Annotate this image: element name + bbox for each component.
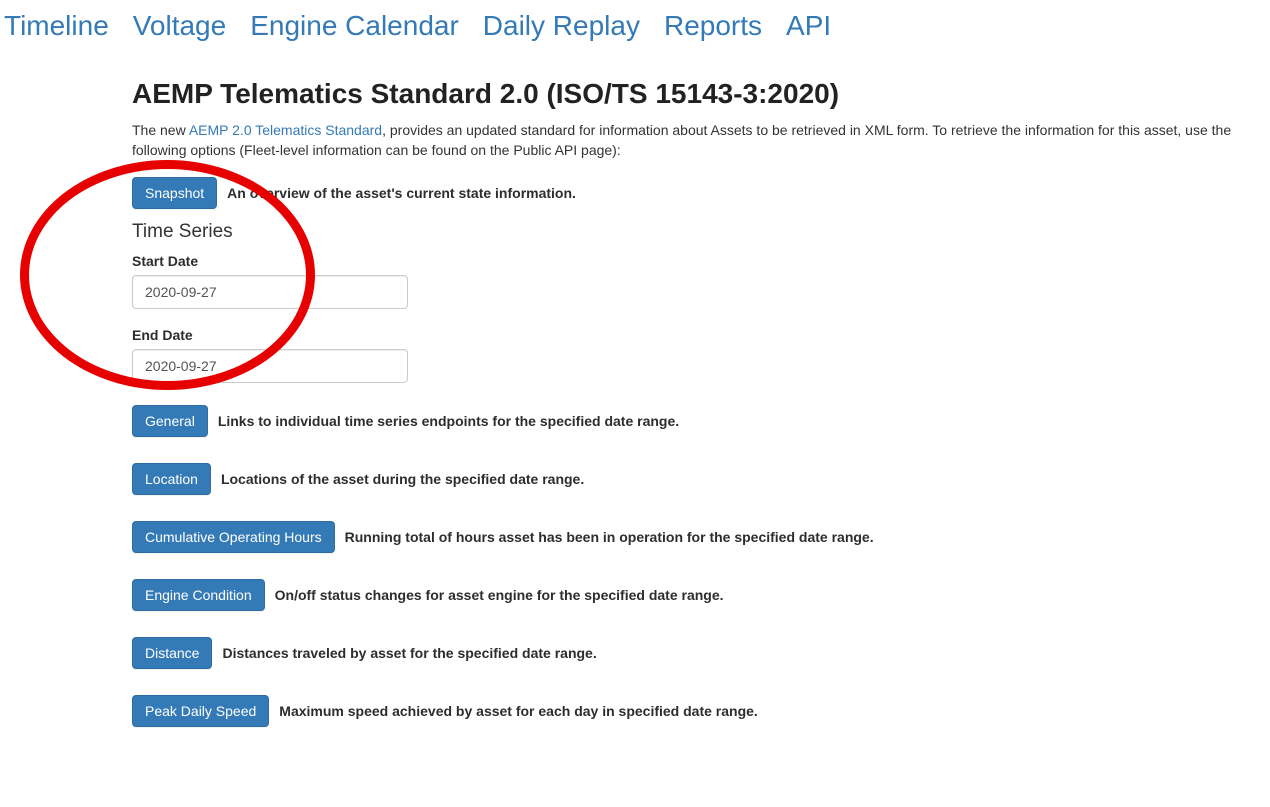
cumulative-operating-hours-button[interactable]: Cumulative Operating Hours — [132, 521, 335, 553]
peak-daily-speed-button[interactable]: Peak Daily Speed — [132, 695, 269, 727]
start-date-field: Start Date — [132, 253, 1254, 309]
nav-voltage[interactable]: Voltage — [133, 10, 226, 42]
intro-paragraph: The new AEMP 2.0 Telematics Standard, pr… — [132, 120, 1254, 161]
snapshot-row: Snapshot An overview of the asset's curr… — [132, 177, 1254, 209]
general-desc: Links to individual time series endpoint… — [218, 413, 679, 429]
nav-engine-calendar[interactable]: Engine Calendar — [250, 10, 459, 42]
location-desc: Locations of the asset during the specif… — [221, 471, 584, 487]
cumulative-desc: Running total of hours asset has been in… — [345, 529, 874, 545]
intro-prefix: The new — [132, 122, 189, 138]
cumulative-row: Cumulative Operating Hours Running total… — [132, 521, 1254, 553]
engine-condition-row: Engine Condition On/off status changes f… — [132, 579, 1254, 611]
end-date-field: End Date — [132, 327, 1254, 383]
time-series-heading: Time Series — [132, 221, 1254, 243]
distance-row: Distance Distances traveled by asset for… — [132, 637, 1254, 669]
peak-speed-row: Peak Daily Speed Maximum speed achieved … — [132, 695, 1254, 727]
distance-desc: Distances traveled by asset for the spec… — [222, 645, 596, 661]
peak-speed-desc: Maximum speed achieved by asset for each… — [279, 703, 758, 719]
top-nav: Timeline Voltage Engine Calendar Daily R… — [0, 0, 1270, 50]
end-date-input[interactable] — [132, 349, 408, 383]
location-row: Location Locations of the asset during t… — [132, 463, 1254, 495]
nav-timeline[interactable]: Timeline — [4, 10, 109, 42]
start-date-label: Start Date — [132, 253, 1254, 269]
distance-button[interactable]: Distance — [132, 637, 212, 669]
location-button[interactable]: Location — [132, 463, 211, 495]
nav-reports[interactable]: Reports — [664, 10, 762, 42]
engine-condition-desc: On/off status changes for asset engine f… — [275, 587, 724, 603]
intro-link[interactable]: AEMP 2.0 Telematics Standard — [189, 122, 382, 138]
nav-daily-replay[interactable]: Daily Replay — [483, 10, 640, 42]
main-content: AEMP Telematics Standard 2.0 (ISO/TS 151… — [116, 50, 1270, 807]
engine-condition-button[interactable]: Engine Condition — [132, 579, 265, 611]
page-title: AEMP Telematics Standard 2.0 (ISO/TS 151… — [132, 78, 1254, 110]
snapshot-desc: An overview of the asset's current state… — [227, 185, 576, 201]
end-date-label: End Date — [132, 327, 1254, 343]
nav-api[interactable]: API — [786, 10, 831, 42]
general-button[interactable]: General — [132, 405, 208, 437]
general-row: General Links to individual time series … — [132, 405, 1254, 437]
snapshot-button[interactable]: Snapshot — [132, 177, 217, 209]
start-date-input[interactable] — [132, 275, 408, 309]
